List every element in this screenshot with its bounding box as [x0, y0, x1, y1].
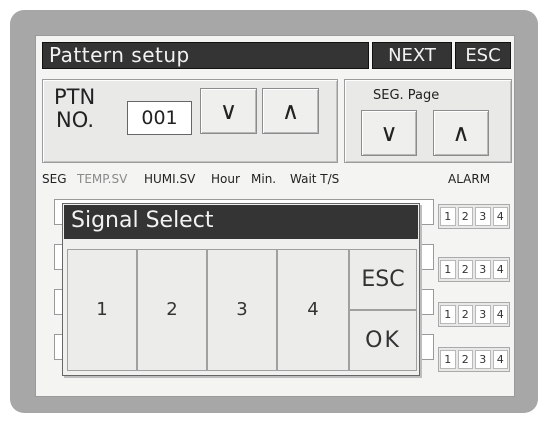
page-title: Pattern setup — [42, 42, 369, 69]
segment-page-panel: SEG. Page ∨ ∧ — [344, 79, 512, 163]
alarm-4[interactable]: 4 — [492, 305, 508, 324]
signal-select-dialog: Signal Select 1 2 3 4 ESC OK — [62, 203, 420, 376]
header-humi-sv: HUMI.SV — [144, 172, 196, 186]
segment-page-up-button[interactable]: ∧ — [433, 110, 489, 156]
alarm-4[interactable]: 4 — [492, 350, 508, 369]
alarm-selector[interactable]: 1234 — [438, 257, 510, 282]
alarm-1[interactable]: 1 — [440, 305, 456, 324]
ptn-label: PTN — [54, 85, 96, 109]
alarm-1[interactable]: 1 — [440, 350, 456, 369]
ptn-no-label: NO. — [56, 108, 95, 132]
alarm-3[interactable]: 3 — [475, 305, 491, 324]
header-seg: SEG — [42, 172, 67, 186]
alarm-4[interactable]: 4 — [492, 260, 508, 279]
alarm-3[interactable]: 3 — [475, 350, 491, 369]
alarm-selector[interactable]: 1234 — [438, 302, 510, 327]
header-alarm: ALARM — [448, 172, 491, 186]
pattern-number-panel: PTN NO. 001 ∨ ∧ — [42, 79, 338, 163]
header-min: Min. — [251, 172, 277, 186]
esc-button[interactable]: ESC — [455, 42, 511, 69]
pattern-up-button[interactable]: ∧ — [262, 88, 319, 134]
alarm-selector[interactable]: 1234 — [438, 347, 510, 372]
dialog-title: Signal Select — [64, 205, 418, 239]
header-hour: Hour — [211, 172, 240, 186]
alarm-4[interactable]: 4 — [492, 207, 508, 226]
alarm-2[interactable]: 2 — [457, 260, 473, 279]
pattern-down-button[interactable]: ∨ — [200, 88, 257, 134]
alarm-selector[interactable]: 1234 — [438, 204, 510, 229]
signal-4-button[interactable]: 4 — [277, 249, 349, 371]
alarm-3[interactable]: 3 — [475, 207, 491, 226]
segment-page-label: SEG. Page — [373, 88, 440, 103]
alarm-2[interactable]: 2 — [457, 350, 473, 369]
dialog-esc-button[interactable]: ESC — [349, 249, 417, 310]
signal-3-button[interactable]: 3 — [207, 249, 277, 371]
header-temp-sv: TEMP.SV — [77, 172, 128, 186]
alarm-1[interactable]: 1 — [440, 207, 456, 226]
alarm-3[interactable]: 3 — [475, 260, 491, 279]
segment-page-down-button[interactable]: ∨ — [361, 110, 417, 156]
signal-2-button[interactable]: 2 — [137, 249, 207, 371]
alarm-2[interactable]: 2 — [457, 207, 473, 226]
alarm-2[interactable]: 2 — [457, 305, 473, 324]
signal-1-button[interactable]: 1 — [67, 249, 137, 371]
header-wait-ts: Wait T/S — [290, 172, 340, 186]
next-button[interactable]: NEXT — [372, 42, 452, 69]
dialog-ok-button[interactable]: OK — [349, 310, 417, 371]
alarm-1[interactable]: 1 — [440, 260, 456, 279]
pattern-number-field[interactable]: 001 — [127, 101, 192, 135]
